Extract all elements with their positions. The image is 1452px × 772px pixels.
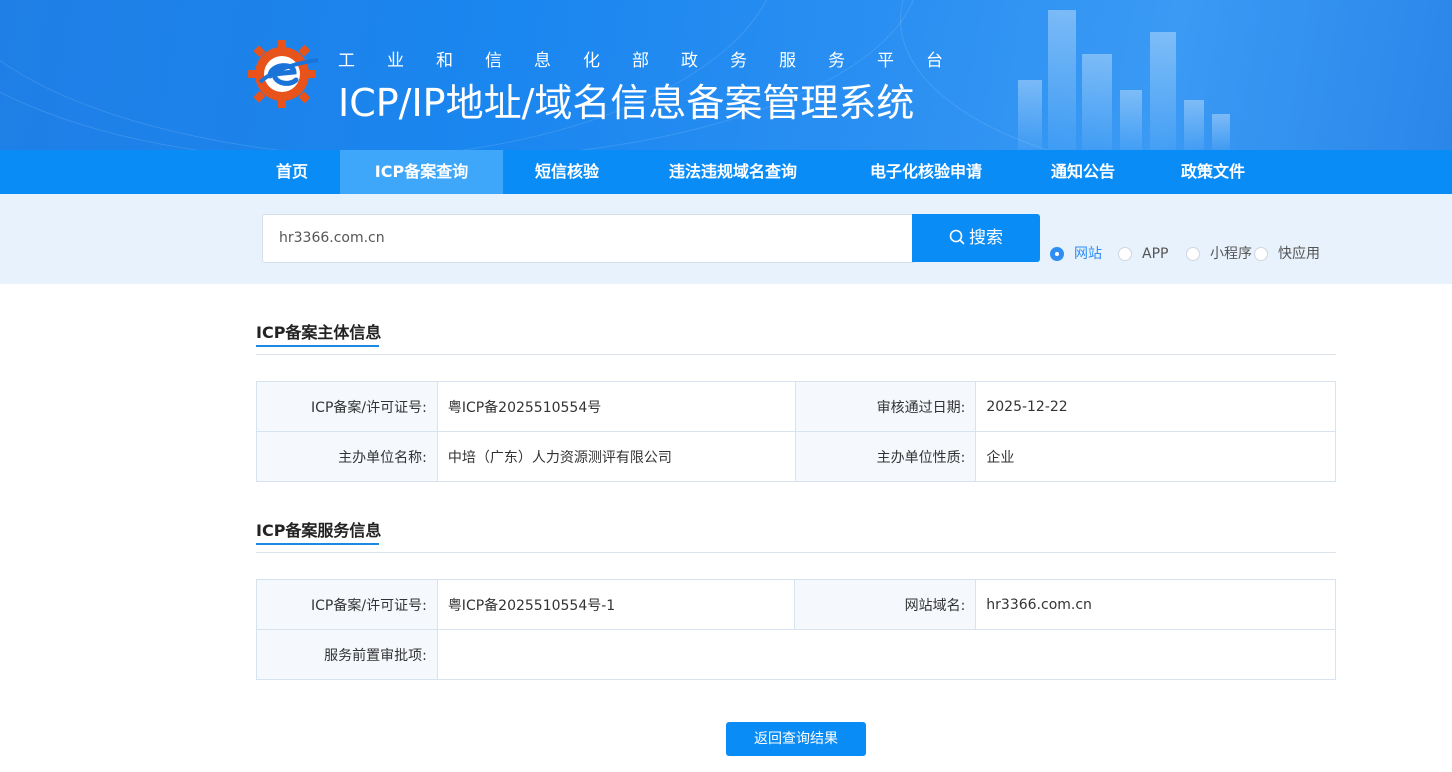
radio-website[interactable]: 网站 — [1050, 245, 1110, 263]
radio-quick-app[interactable]: 快应用 — [1254, 245, 1324, 263]
search-button[interactable]: 搜索 — [912, 214, 1040, 262]
nav-item-home[interactable]: 首页 — [257, 150, 327, 194]
radio-mini-program-label: 小程序 — [1210, 246, 1252, 262]
table-cell-label: 主办单位名称: — [256, 431, 438, 482]
nav-item-policy-docs[interactable]: 政策文件 — [1160, 150, 1266, 194]
section-underline — [256, 543, 379, 545]
table-cell-label: ICP备案/许可证号: — [256, 381, 438, 432]
radio-dot — [1254, 247, 1268, 261]
subject-info-title: ICP备案主体信息 — [256, 323, 382, 342]
radio-app-label: APP — [1142, 246, 1169, 262]
table-cell-value: hr3366.com.cn — [975, 579, 1336, 630]
table-cell-value — [436, 629, 1337, 680]
main-nav: 首页 ICP备案查询 短信核验 违法违规域名查询 电子化核验申请 通知公告 政策… — [0, 150, 1452, 194]
portal-subtitle: 工业和信息化部政务服务平台 — [338, 51, 975, 71]
system-title: ICP/IP地址/域名信息备案管理系统 — [338, 81, 915, 125]
table-cell-label: ICP备案/许可证号: — [256, 579, 438, 630]
table-row: ICP备案/许可证号: 粤ICP备2025510554号-1 网站域名: hr3… — [256, 579, 1336, 630]
radio-mini-program[interactable]: 小程序 — [1186, 245, 1256, 263]
radio-dot — [1118, 247, 1132, 261]
service-info-table: ICP备案/许可证号: 粤ICP备2025510554号-1 网站域名: hr3… — [256, 579, 1337, 680]
table-cell-label: 服务前置审批项: — [256, 629, 438, 680]
table-cell-value: 中培（广东）人力资源测评有限公司 — [436, 431, 796, 482]
table-cell-value: 粤ICP备2025510554号 — [436, 381, 796, 432]
table-cell-value: 2025-12-22 — [975, 381, 1336, 432]
radio-app[interactable]: APP — [1118, 245, 1178, 263]
table-row: ICP备案/许可证号: 粤ICP备2025510554号 审核通过日期: 202… — [256, 381, 1336, 432]
search-icon — [949, 228, 969, 248]
radio-dot — [1186, 247, 1200, 261]
radio-dot — [1050, 247, 1064, 261]
nav-item-notices[interactable]: 通知公告 — [1030, 150, 1136, 194]
search-button-label: 搜索 — [969, 228, 1003, 248]
ministry-logo-icon — [246, 38, 319, 110]
section-divider — [256, 354, 1336, 355]
back-to-results-button[interactable]: 返回查询结果 — [726, 722, 866, 756]
table-cell-value: 企业 — [975, 431, 1336, 482]
table-row: 服务前置审批项: — [256, 629, 1337, 680]
radio-website-label: 网站 — [1074, 246, 1102, 262]
nav-item-illegal-domain-query[interactable]: 违法违规域名查询 — [644, 150, 822, 194]
table-cell-label: 网站域名: — [794, 579, 977, 630]
search-input[interactable]: hr3366.com.cn — [262, 214, 914, 263]
subject-info-table: ICP备案/许可证号: 粤ICP备2025510554号 审核通过日期: 202… — [256, 381, 1336, 482]
table-cell-value: 粤ICP备2025510554号-1 — [436, 579, 796, 630]
radio-quick-app-label: 快应用 — [1278, 246, 1320, 262]
table-row: 主办单位名称: 中培（广东）人力资源测评有限公司 主办单位性质: 企业 — [256, 431, 1336, 482]
service-info-title: ICP备案服务信息 — [256, 521, 382, 540]
section-divider — [256, 552, 1336, 553]
nav-item-sms-verify[interactable]: 短信核验 — [515, 150, 619, 194]
table-cell-label: 主办单位性质: — [794, 431, 977, 482]
nav-item-electronic-verify[interactable]: 电子化核验申请 — [848, 150, 1004, 194]
section-underline — [256, 345, 379, 347]
table-cell-label: 审核通过日期: — [794, 381, 977, 432]
nav-item-icp-query[interactable]: ICP备案查询 — [340, 150, 503, 194]
